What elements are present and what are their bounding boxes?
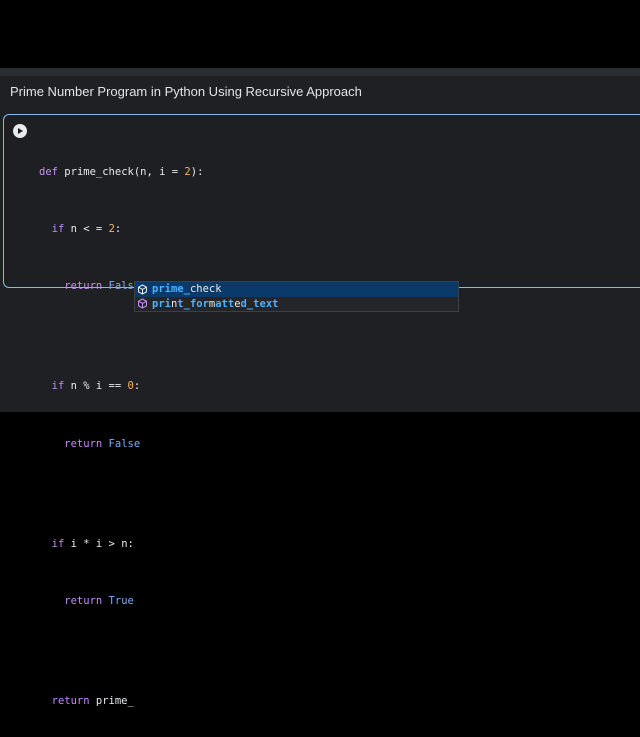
code-token: if (39, 537, 65, 550)
code-token: def (39, 165, 58, 178)
code-token: i * i > n: (64, 537, 134, 550)
code-line: return True (39, 594, 203, 608)
play-icon (18, 128, 23, 134)
code-editor[interactable]: def prime_check(n, i = 2): if n < = 2: r… (39, 122, 203, 737)
match-text: d_text (240, 297, 279, 310)
code-token: False (108, 437, 141, 450)
code-line: if n % i == 0: (39, 379, 203, 393)
cube-icon (137, 284, 148, 295)
run-cell-button[interactable] (13, 124, 27, 138)
code-token: if (39, 380, 65, 393)
code-token: prime_check (64, 165, 134, 178)
match-text: att (215, 297, 235, 310)
code-token: : (133, 380, 141, 393)
window-top-bar (0, 68, 640, 76)
match-text: prime_ (152, 283, 190, 296)
code-cell[interactable]: def prime_check(n, i = 2): if n < = 2: r… (3, 114, 640, 707)
match-text: pri (152, 297, 171, 310)
autocomplete-popup: prime_ check pri n t_for m att e d_text (134, 281, 459, 312)
code-line: return prime_ (39, 694, 203, 708)
code-token: n % i == (64, 380, 128, 393)
code-token: prime_ (89, 694, 134, 707)
code-line: def prime_check(n, i = 2): (39, 165, 203, 179)
code-token: ): (190, 165, 204, 178)
code-line: if i * i > n: (39, 537, 203, 551)
notebook-area: Prime Number Program in Python Using Rec… (0, 76, 640, 707)
code-token: n < = (64, 223, 109, 236)
code-token: True (108, 594, 134, 607)
autocomplete-item-prime-check[interactable]: prime_ check (135, 282, 458, 297)
code-token: return (39, 280, 103, 293)
code-token: : (114, 223, 122, 236)
code-token: return (39, 437, 103, 450)
notebook-title: Prime Number Program in Python Using Rec… (10, 84, 362, 99)
code-line: return False (39, 437, 203, 451)
cube-icon (137, 298, 148, 309)
code-token: if (39, 223, 65, 236)
autocomplete-item-print-formatted-text[interactable]: pri n t_for m att e d_text (135, 297, 458, 312)
code-token: return (39, 694, 90, 707)
completion-text: check (189, 283, 222, 296)
code-token: return (39, 594, 103, 607)
match-text: t_for (177, 297, 209, 310)
code-line: if n < = 2: (39, 222, 203, 236)
code-token: (n, i = (133, 165, 185, 178)
